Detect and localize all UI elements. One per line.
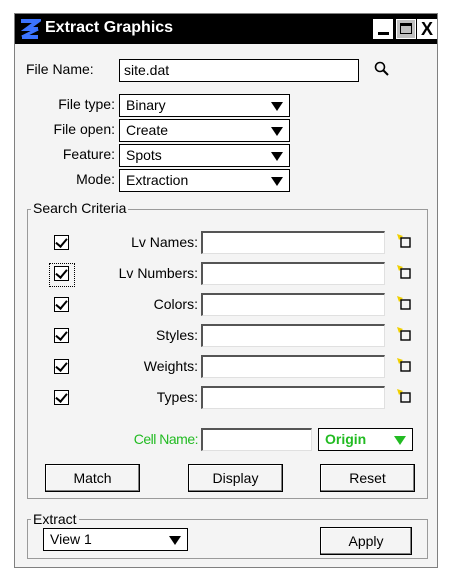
lv-names-label: Lv Names:: [131, 234, 198, 250]
magnifier-icon[interactable]: [373, 60, 391, 78]
dropdown-arrow-icon: [271, 152, 283, 161]
cell-name-input[interactable]: [201, 428, 312, 451]
view-value: View 1: [50, 531, 92, 547]
mode-dropdown[interactable]: Extraction: [119, 169, 290, 192]
extract-label: Extract: [31, 511, 79, 527]
lv-numbers-checkbox[interactable]: [54, 266, 69, 281]
search-criteria-label: Search Criteria: [31, 200, 129, 216]
file-type-label: File type:: [58, 96, 115, 112]
apply-button[interactable]: Apply: [320, 527, 412, 555]
dropdown-arrow-icon: [271, 177, 283, 186]
window-title: Extract Graphics: [45, 19, 174, 36]
dropdown-arrow-icon: [271, 102, 283, 111]
file-name-input[interactable]: site.dat: [119, 59, 359, 82]
types-input[interactable]: [201, 386, 385, 409]
file-open-dropdown[interactable]: Create: [119, 119, 290, 142]
colors-input[interactable]: [201, 293, 385, 316]
picker-icon[interactable]: [396, 357, 412, 373]
dropdown-arrow-icon: [271, 127, 283, 136]
picker-icon[interactable]: [396, 326, 412, 342]
title-bar[interactable]: Extract Graphics X: [15, 14, 437, 44]
picker-icon[interactable]: [396, 233, 412, 249]
feature-value: Spots: [126, 147, 162, 163]
picker-icon[interactable]: [396, 388, 412, 404]
lv-numbers-input[interactable]: [201, 262, 385, 285]
display-button[interactable]: Display: [188, 464, 283, 492]
styles-label: Styles:: [155, 327, 198, 343]
reset-button[interactable]: Reset: [320, 464, 415, 492]
cell-mode-value: Origin: [325, 431, 367, 447]
feature-label: Feature:: [62, 146, 115, 162]
picker-icon[interactable]: [396, 264, 412, 280]
file-type-value: Binary: [126, 97, 166, 113]
feature-dropdown[interactable]: Spots: [119, 144, 290, 167]
close-button[interactable]: X: [417, 19, 437, 39]
maximize-button[interactable]: [396, 19, 416, 39]
lv-names-input[interactable]: [201, 231, 385, 254]
colors-checkbox[interactable]: [54, 297, 69, 312]
lv-names-checkbox[interactable]: [54, 235, 69, 250]
weights-checkbox[interactable]: [54, 359, 69, 374]
colors-label: Colors:: [153, 296, 198, 312]
mode-value: Extraction: [126, 172, 189, 188]
match-button[interactable]: Match: [45, 464, 140, 492]
view-dropdown[interactable]: View 1: [43, 528, 188, 551]
file-name-label: File Name:: [26, 61, 94, 77]
weights-label: Weights:: [143, 358, 198, 374]
cell-name-label: Cell Name:: [133, 431, 199, 447]
app-logo-icon: [20, 19, 41, 39]
dropdown-arrow-icon: [394, 436, 406, 445]
mode-label: Mode:: [76, 171, 115, 187]
file-type-dropdown[interactable]: Binary: [119, 94, 290, 117]
close-icon: X: [421, 19, 434, 39]
types-checkbox[interactable]: [54, 390, 69, 405]
styles-checkbox[interactable]: [54, 328, 69, 343]
picker-icon[interactable]: [396, 295, 412, 311]
cell-mode-dropdown[interactable]: Origin: [318, 428, 413, 451]
types-label: Types:: [156, 389, 198, 405]
weights-input[interactable]: [201, 355, 385, 378]
lv-numbers-label: Lv Numbers:: [118, 265, 198, 281]
file-name-value: site.dat: [124, 62, 170, 78]
extract-graphics-window: Extract Graphics X File Name: site.dat F…: [14, 13, 438, 568]
styles-input[interactable]: [201, 324, 385, 347]
minimize-button[interactable]: [373, 19, 393, 39]
file-open-label: File open:: [53, 121, 115, 137]
dropdown-arrow-icon: [169, 536, 181, 545]
file-open-value: Create: [126, 122, 169, 138]
